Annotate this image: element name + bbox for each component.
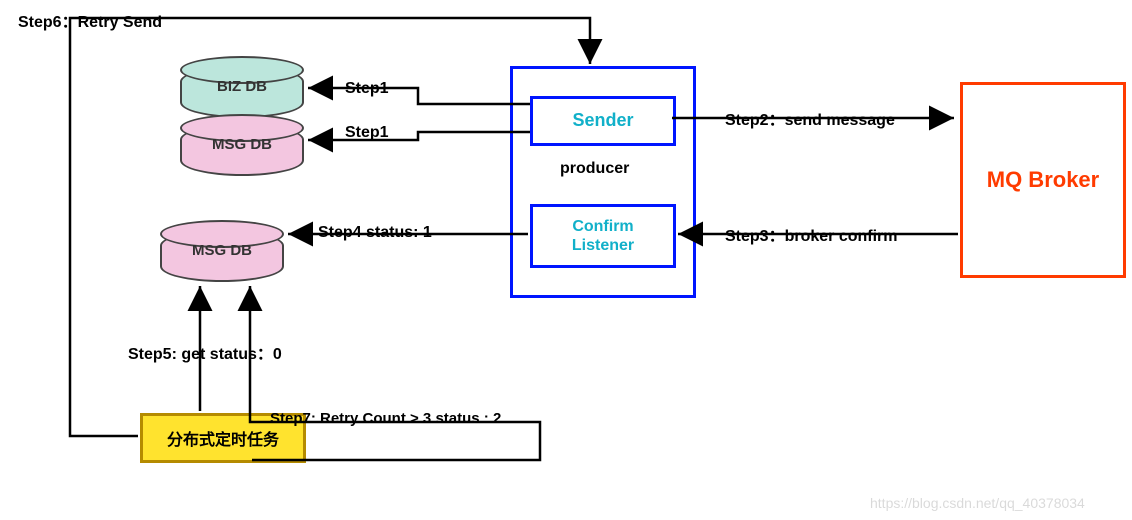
arrow-step1-biz [308,88,530,104]
step1a-label: Step1 [345,80,389,98]
msg-db-2-label: MSG DB [162,242,282,259]
step4-label: Step4 status: 1 [318,224,432,242]
confirm-listener-node: Confirm Listener [530,204,676,268]
step2-label: Step2：send message [725,106,895,130]
watermark: https://blog.csdn.net/qq_40378034 [870,495,1085,511]
arrow-step1-msg [308,132,530,140]
mq-broker: MQ Broker [960,82,1126,278]
producer-title: producer [560,160,629,178]
biz-db-label: BIZ DB [182,78,302,95]
step6-label: Step6：Retry Send [18,8,162,32]
sender-node: Sender [530,96,676,146]
biz-db: BIZ DB [180,66,304,118]
msg-db-1: MSG DB [180,124,304,176]
step1b-label: Step1 [345,124,389,142]
msg-db-1-label: MSG DB [182,136,302,153]
msg-db-2: MSG DB [160,230,284,282]
step5-label: Step5: get status：0 [128,340,282,364]
step7-label: Step7: Retry Count > 3 status : 2 [270,410,501,427]
step3-label: Step3：broker confirm [725,222,898,246]
